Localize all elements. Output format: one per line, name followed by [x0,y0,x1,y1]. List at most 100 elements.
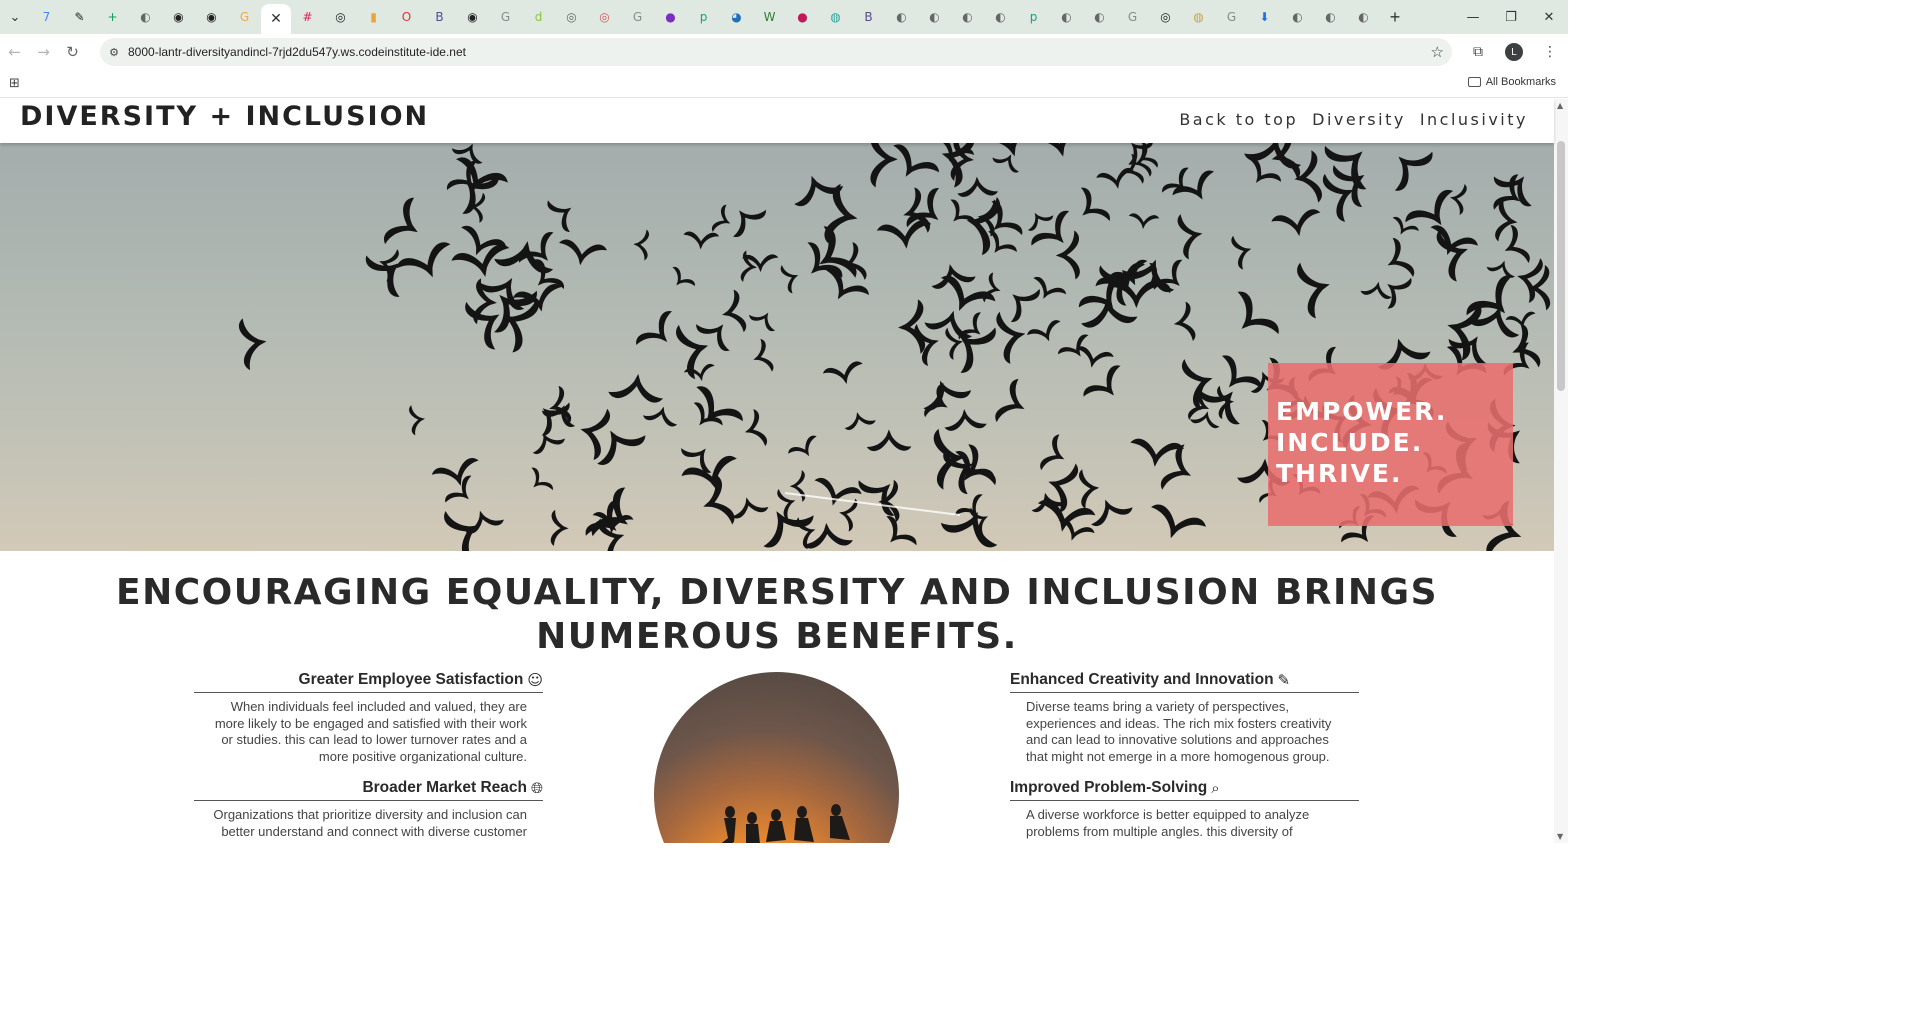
browser-tab[interactable]: ◍ [819,0,852,34]
forward-arrow-icon[interactable]: → [29,34,58,70]
search-icon: ⌕ [1211,779,1220,797]
benefit-title: Enhanced Creativity and Innovation [1010,671,1274,688]
browser-tab[interactable]: ◐ [1281,0,1314,34]
page-viewport: DIVERSITY + INCLUSION Back to top Divers… [0,99,1568,843]
google-icon: G [1226,10,1237,24]
bird-silhouette [995,378,1025,423]
all-bookmarks-button[interactable]: All Bookmarks [1467,76,1556,88]
github-icon: ◉ [206,10,217,24]
site-info-icon[interactable]: ⚙ [100,46,128,59]
browser-tab[interactable]: p [1017,0,1050,34]
contrail [784,492,961,516]
browser-tab[interactable]: d [522,0,555,34]
browser-tab[interactable]: ◐ [984,0,1017,34]
address-bar[interactable]: ⚙ 8000-lantr-diversityandincl-7rjd2du547… [100,38,1452,66]
browser-tab[interactable]: B [423,0,456,34]
benefits-headline: ENCOURAGING EQUALITY, DIVERSITY AND INCL… [0,571,1554,659]
browser-tab[interactable]: ● [654,0,687,34]
browser-tab[interactable]: ◎ [1149,0,1182,34]
google-icon: G [239,10,250,24]
nav-inclusivity[interactable]: Inclusivity [1420,110,1528,129]
extensions-icon[interactable]: ⧉ [1460,44,1496,60]
bird-silhouette [1027,320,1061,342]
profile-avatar[interactable]: L [1505,43,1523,61]
browser-tab[interactable]: + [96,0,129,34]
browser-tab[interactable]: ⬇ [1248,0,1281,34]
kebab-menu-icon[interactable]: ⋮ [1532,44,1568,60]
bird-silhouette [1079,469,1100,509]
browser-tab[interactable]: G [1215,0,1248,34]
browser-tab[interactable]: ◐ [951,0,984,34]
restore-icon[interactable]: ❐ [1492,0,1530,34]
browser-tab[interactable]: ◎ [324,0,357,34]
bird-silhouette [1040,434,1065,471]
browser-tab[interactable]: ◐ [1347,0,1380,34]
scroll-up-icon[interactable]: ▲ [1557,101,1563,110]
browser-tab[interactable]: ✎ [63,0,96,34]
browser-tab[interactable]: G [228,0,261,34]
apps-grid-icon[interactable]: ⊞ [9,76,20,91]
nav-back-to-top[interactable]: Back to top [1179,110,1298,129]
browser-tab[interactable]: ◎ [588,0,621,34]
scrollbar-thumb[interactable] [1557,141,1565,391]
google-icon: G [632,10,643,24]
close-window-icon[interactable]: ✕ [1530,0,1568,34]
browser-tab[interactable]: ◐ [1314,0,1347,34]
browser-tab[interactable]: G [489,0,522,34]
reload-icon[interactable]: ↻ [58,34,87,70]
bookmark-star-icon[interactable]: ☆ [1431,43,1444,61]
nav-diversity[interactable]: Diversity [1312,110,1406,129]
bird-silhouette [1028,143,1086,157]
browser-tab[interactable]: ◐ [1083,0,1116,34]
globe-icon: ◐ [929,10,940,24]
url-text[interactable]: 8000-lantr-diversityandincl-7rjd2du547y.… [128,45,466,59]
sunset-people-image [654,672,899,843]
page-scrollbar[interactable]: ▲ ▼ [1554,99,1568,843]
browser-tab[interactable]: ● [786,0,819,34]
browser-tab[interactable]: ◎ [555,0,588,34]
site-brand[interactable]: DIVERSITY + INCLUSION [20,101,429,132]
new-tab-button[interactable]: + [1380,0,1410,34]
scroll-down-icon[interactable]: ▼ [1557,832,1563,841]
browser-tab[interactable]: ◐ [885,0,918,34]
browser-tab[interactable]: W [753,0,786,34]
browser-tab[interactable]: ◐ [129,0,162,34]
browser-tab[interactable]: p [687,0,720,34]
browser-tab[interactable]: B [852,0,885,34]
bird-silhouette [944,409,987,431]
bird-silhouette [876,220,932,249]
back-arrow-icon[interactable]: ← [0,34,29,70]
browser-tab[interactable]: ▮ [357,0,390,34]
bird-silhouette [550,509,569,546]
browser-tab[interactable]: ◕ [720,0,753,34]
browser-tab[interactable]: ◍ [1182,0,1215,34]
bookmarks-bar: ⊞ All Bookmarks [0,70,1568,98]
bird-silhouette [819,226,857,278]
bird-silhouette [1248,158,1281,183]
browser-tab[interactable]: ◐ [918,0,951,34]
close-tab-icon[interactable]: ✕ [270,11,282,27]
browser-tab[interactable]: O [390,0,423,34]
minimize-icon[interactable]: — [1454,0,1492,34]
browser-tab[interactable]: ◉ [162,0,195,34]
site-header: DIVERSITY + INCLUSION Back to top Divers… [0,99,1554,143]
bird-silhouette [409,405,425,436]
browser-tab[interactable]: 7 [30,0,63,34]
bird-silhouette [1231,235,1252,270]
browser-tab[interactable]: ◉ [456,0,489,34]
browser-tab[interactable]: # [291,0,324,34]
benefit-text: When individuals feel included and value… [214,699,527,764]
tab-search-menu[interactable]: ⌄ [0,0,30,34]
browser-tab[interactable]: G [621,0,654,34]
rose-icon: ● [797,10,808,24]
benefit-title-row: Improved Problem-Solving ⌕ [1010,779,1359,801]
browser-tab[interactable]: ◉ [195,0,228,34]
tagline-thrive: THRIVE. [1276,459,1403,488]
bird-silhouette [1360,281,1392,299]
browser-tab[interactable]: ◐ [1050,0,1083,34]
bird-silhouette [396,242,451,278]
jumping-people-silhouettes [721,804,850,843]
benefit-market-reach: Broader Market Reach 🌐︎ Organizations th… [194,779,543,840]
active-tab[interactable]: ✕ [261,4,291,34]
browser-tab[interactable]: G [1116,0,1149,34]
